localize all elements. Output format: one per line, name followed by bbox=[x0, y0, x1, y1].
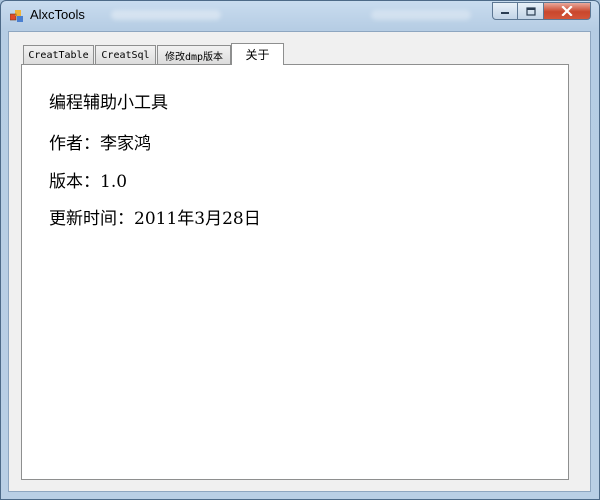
blurred-title-reflection bbox=[371, 10, 471, 20]
app-icon bbox=[10, 10, 23, 22]
tab-creatsql[interactable]: CreatSql bbox=[95, 45, 156, 64]
update-time-text: 更新时间：2011年3月28日 bbox=[49, 209, 261, 229]
minimize-icon bbox=[501, 12, 509, 14]
tab-creattable[interactable]: CreatTable bbox=[23, 45, 94, 64]
app-name-text: 编程辅助小工具 bbox=[49, 93, 168, 113]
tab-modify-dmp-version[interactable]: 修改dmp版本 bbox=[157, 45, 231, 64]
author-text: 作者：李家鸿 bbox=[49, 134, 151, 154]
close-button[interactable] bbox=[544, 2, 591, 20]
version-text: 版本：1.0 bbox=[49, 172, 128, 192]
minimize-button[interactable] bbox=[492, 2, 518, 20]
about-panel: 编程辅助小工具 作者：李家鸿 版本：1.0 更新时间：2011年3月28日 bbox=[21, 64, 569, 480]
maximize-button[interactable] bbox=[518, 2, 544, 20]
blurred-title-reflection bbox=[111, 10, 221, 20]
form-client-area: CreatTable CreatSql 修改dmp版本 关于 编程辅助小工具 作… bbox=[8, 31, 591, 492]
tab-about[interactable]: 关于 bbox=[231, 43, 284, 65]
app-window: AlxcTools CreatTable CreatSql 修改dmp版本 关于… bbox=[0, 0, 600, 500]
maximize-icon bbox=[525, 6, 536, 16]
title-bar[interactable]: AlxcTools bbox=[1, 1, 599, 31]
close-icon bbox=[561, 6, 573, 16]
window-title: AlxcTools bbox=[30, 7, 85, 22]
